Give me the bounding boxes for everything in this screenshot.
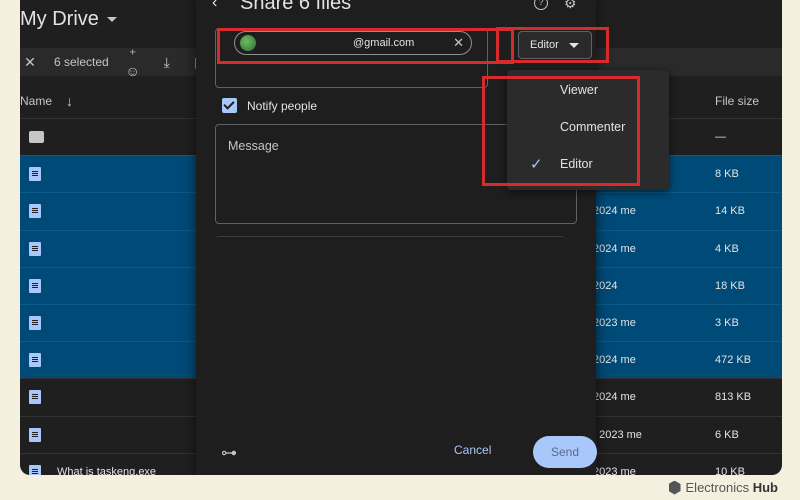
add-person-icon[interactable]: ⁺☺ (123, 46, 143, 79)
file-size: 14 KB (715, 205, 745, 218)
avatar (240, 35, 256, 51)
file-size: — (715, 131, 726, 144)
send-button[interactable]: Send (533, 436, 597, 468)
role-button-label: Editor (530, 39, 559, 51)
brand-name: Electronics (685, 480, 750, 495)
document-icon (29, 167, 41, 182)
brand-logo: Electronics Hub (668, 480, 778, 495)
file-size: 3 KB (715, 317, 739, 330)
file-size: 813 KB (715, 391, 752, 404)
drive-title-text: My Drive (20, 8, 99, 30)
file-size: 10 KB (715, 465, 745, 475)
document-icon (29, 241, 41, 256)
cancel-button[interactable]: Cancel (454, 443, 491, 457)
check-icon: ✓ (530, 156, 543, 173)
file-size: 4 KB (715, 242, 739, 255)
file-size: 472 KB (715, 354, 752, 367)
selection-count: 6 selected (54, 55, 109, 69)
last-modified: 2023 me (593, 317, 636, 330)
document-icon (29, 427, 41, 442)
menu-item-viewer[interactable]: Viewer (507, 72, 669, 108)
document-icon (29, 353, 41, 368)
chevron-down-icon (106, 17, 117, 22)
link-icon[interactable]: ⊶ (221, 443, 239, 462)
last-modified: 2024 me (593, 354, 636, 367)
last-modified: 2024 me (593, 205, 636, 218)
role-dropdown-button[interactable]: Editor (518, 31, 592, 59)
file-size: 8 KB (715, 168, 739, 181)
last-modified: , 2023 me (593, 428, 642, 441)
close-icon[interactable]: ✕ (20, 54, 40, 71)
role-menu: Viewer Commenter ✓ Editor (507, 70, 669, 190)
drive-title[interactable]: My Drive (20, 8, 117, 31)
document-icon (29, 204, 41, 219)
notify-people-checkbox[interactable]: Notify people (222, 98, 317, 113)
file-size: 18 KB (715, 279, 745, 292)
menu-item-label: Viewer (560, 83, 598, 97)
column-name[interactable]: Name (20, 94, 52, 108)
last-modified: 2024 me (593, 242, 636, 255)
menu-item-commenter[interactable]: Commenter (507, 109, 669, 145)
checkbox-checked-icon[interactable] (222, 98, 237, 113)
sort-arrow-icon[interactable]: ↓ (66, 93, 73, 109)
menu-item-editor[interactable]: ✓ Editor (507, 146, 669, 182)
brand-name-bold: Hub (752, 480, 778, 495)
brand-icon (668, 480, 681, 495)
download-icon[interactable]: ⤓ (157, 54, 177, 71)
remove-recipient-icon[interactable]: ✕ (453, 35, 464, 51)
file-name: What is taskeng.exe (57, 465, 157, 475)
access-section (215, 236, 565, 416)
document-icon (29, 464, 41, 475)
back-arrow-icon[interactable]: ‹ (212, 0, 217, 12)
menu-item-label: Editor (560, 157, 593, 171)
dialog-header: ‹ Share 6 files ? ⚙ (196, 0, 596, 16)
document-icon (29, 316, 41, 331)
gear-icon[interactable]: ⚙ (564, 0, 577, 12)
column-file-size[interactable]: File size (715, 94, 759, 108)
file-size: 6 KB (715, 428, 739, 441)
menu-item-label: Commenter (560, 120, 626, 134)
chevron-down-icon (568, 42, 579, 48)
document-icon (29, 278, 41, 293)
recipient-chip: @gmail.com ✕ (234, 31, 472, 55)
last-modified: 2023 me (593, 465, 636, 475)
dialog-title: Share 6 files (240, 0, 352, 14)
message-placeholder: Message (228, 139, 279, 153)
document-icon (29, 390, 41, 405)
help-icon[interactable]: ? (534, 0, 548, 10)
last-modified: 2024 (593, 279, 618, 292)
notify-label: Notify people (247, 98, 318, 113)
recipient-email: @gmail.com (353, 37, 415, 49)
drive-window: My Drive ✕ 6 selected ⁺☺ ⤓ ▣ Name ↓ File… (20, 0, 782, 475)
last-modified: 2024 me (593, 391, 636, 404)
folder-icon (29, 131, 44, 144)
